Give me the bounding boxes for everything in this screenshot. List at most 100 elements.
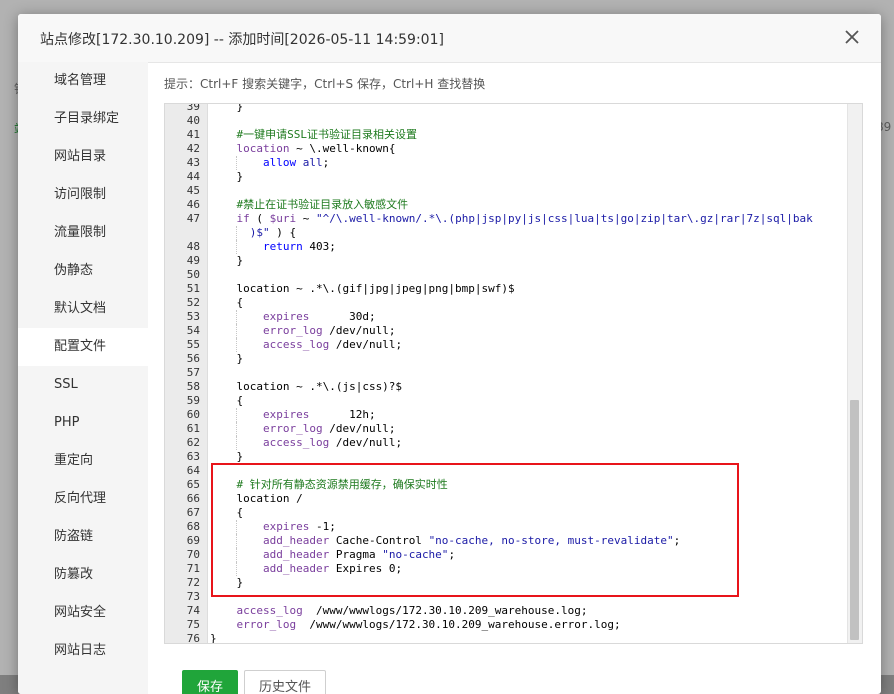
code-text: } — [210, 632, 217, 643]
line-number: 55 — [186, 338, 200, 351]
code-text: } — [210, 450, 243, 464]
code-token: /www/wwwlogs/172.30.10.209_warehouse.err… — [296, 618, 621, 631]
sidebar-item-redirect[interactable]: 重定向 — [18, 442, 148, 480]
sidebar-item-access-limit[interactable]: 访问限制 — [18, 176, 148, 214]
code-text: location ~ .*\.(js|css)?$ — [210, 380, 402, 394]
code-token: allow — [262, 156, 297, 169]
code-line: 72 } — [165, 576, 847, 590]
code-text: } — [210, 254, 243, 268]
dialog-title: 站点修改[172.30.10.209] -- 添加时间[2026-05-11 1… — [40, 32, 444, 48]
line-number: 66 — [186, 492, 200, 505]
code-text: access_log /www/wwwlogs/172.30.10.209_wa… — [210, 604, 588, 618]
code-line: 71 add_header Expires 0; — [165, 562, 847, 576]
code-token: "no-cache" — [382, 548, 449, 561]
line-number: 41 — [186, 128, 200, 141]
code-token: ) { — [269, 226, 297, 239]
sidebar-item-default-document[interactable]: 默认文档 — [18, 290, 148, 328]
code-token: Expires 0; — [329, 562, 403, 575]
sidebar-item-domain[interactable]: 域名管理 — [18, 62, 148, 100]
line-number: 46 — [186, 198, 200, 211]
line-number: 68 — [186, 520, 200, 533]
code-line: 66 location / — [165, 492, 847, 506]
indent-guide — [236, 548, 238, 562]
line-number: 54 — [186, 324, 200, 337]
sidebar-item-ssl[interactable]: SSL — [18, 366, 148, 404]
line-number: 64 — [186, 464, 200, 477]
sidebar-item-traffic-limit[interactable]: 流量限制 — [18, 214, 148, 252]
line-number: 65 — [186, 478, 200, 491]
code-token: 12h; — [309, 408, 376, 421]
code-token: location — [236, 142, 290, 155]
editor-vertical-scrollbar[interactable] — [847, 104, 862, 643]
line-number: 70 — [186, 548, 200, 561]
line-number: 59 — [186, 394, 200, 407]
code-line: 45 — [165, 184, 847, 198]
scrollbar-thumb[interactable] — [850, 400, 859, 640]
history-file-button[interactable]: 历史文件 — [244, 670, 327, 694]
code-line: 61 error_log /dev/null; — [165, 422, 847, 436]
sidebar-item-tamper-protection[interactable]: 防篡改 — [18, 556, 148, 594]
code-token: /dev/null; — [322, 324, 396, 337]
code-line: 46 #禁止在证书验证目录放入敏感文件 — [165, 198, 847, 212]
code-text: )$" ) { — [210, 226, 296, 240]
code-text: expires 12h; — [210, 408, 376, 422]
sidebar-item-php[interactable]: PHP — [18, 404, 148, 442]
code-token: } — [210, 632, 217, 643]
code-text: error_log /dev/null; — [210, 324, 395, 338]
code-token: -1; — [309, 520, 336, 533]
indent-guide — [236, 240, 238, 254]
code-token: "^/\.well-known/.*\.(php|jsp|py|js|css|l… — [316, 212, 813, 225]
code-line: 58 location ~ .*\.(js|css)?$ — [165, 380, 847, 394]
code-text: } — [210, 576, 243, 590]
code-token: ; — [673, 534, 681, 547]
code-text: { — [210, 394, 243, 408]
sidebar-item-site-logs[interactable]: 网站日志 — [18, 632, 148, 670]
sidebar-item-site-security[interactable]: 网站安全 — [18, 594, 148, 632]
code-text: expires 30d; — [210, 310, 376, 324]
code-token: if — [210, 212, 250, 225]
sidebar-item-config-file[interactable]: 配置文件 — [18, 328, 148, 366]
code-line: 60 expires 12h; — [165, 408, 847, 422]
sidebar-item-rewrite[interactable]: 伪静态 — [18, 252, 148, 290]
line-number: 49 — [186, 254, 200, 267]
code-line: 68 expires -1; — [165, 520, 847, 534]
code-text: { — [210, 296, 243, 310]
close-icon — [845, 30, 859, 44]
line-number: 58 — [186, 380, 200, 393]
shortcut-hint: 提示：Ctrl+F 搜索关键字，Ctrl+S 保存，Ctrl+H 查找替换 — [164, 77, 486, 91]
code-text: error_log /www/wwwlogs/172.30.10.209_war… — [210, 618, 621, 632]
code-lines[interactable]: 39 } 40 41 #一键申请SSL证书验证目录相关设置 42 location ~… — [165, 104, 847, 643]
sidebar-item-hotlink-protection[interactable]: 防盗链 — [18, 518, 148, 556]
line-number: 62 — [186, 436, 200, 449]
save-button[interactable]: 保存 — [182, 670, 239, 694]
close-button[interactable] — [839, 24, 865, 50]
code-token: error_log — [262, 422, 323, 435]
line-number: 56 — [186, 352, 200, 365]
code-token: ; — [448, 548, 456, 561]
code-line: 73 — [165, 590, 847, 604]
line-number: 42 — [186, 142, 200, 155]
code-token: /www/wwwlogs/172.30.10.209_warehouse.log… — [302, 604, 588, 617]
line-number: 44 — [186, 170, 200, 183]
code-line: 48 return 403; — [165, 240, 847, 254]
line-number: 72 — [186, 576, 200, 589]
line-number: 50 — [186, 268, 200, 281]
sidebar-item-reverse-proxy[interactable]: 反向代理 — [18, 480, 148, 518]
config-code-editor[interactable]: 39 } 40 41 #一键申请SSL证书验证目录相关设置 42 location ~… — [164, 103, 863, 644]
code-line: 67 { — [165, 506, 847, 520]
code-text: if ( $uri ~ "^/\.well-known/.*\.(php|jsp… — [210, 212, 813, 226]
code-line: 47 if ( $uri ~ "^/\.well-known/.*\.(php|… — [165, 212, 847, 226]
code-token: $uri — [269, 212, 297, 225]
indent-guide — [236, 226, 238, 240]
code-token: ; — [322, 156, 330, 169]
indent-guide — [236, 562, 238, 576]
code-token: } — [210, 254, 244, 267]
code-token: access_log — [236, 604, 303, 617]
indent-guide — [236, 520, 238, 534]
sidebar-item-subdirectory-binding[interactable]: 子目录绑定 — [18, 100, 148, 138]
sidebar-item-site-directory[interactable]: 网站目录 — [18, 138, 148, 176]
site-edit-dialog: 站点修改[172.30.10.209] -- 添加时间[2026-05-11 1… — [18, 14, 881, 694]
